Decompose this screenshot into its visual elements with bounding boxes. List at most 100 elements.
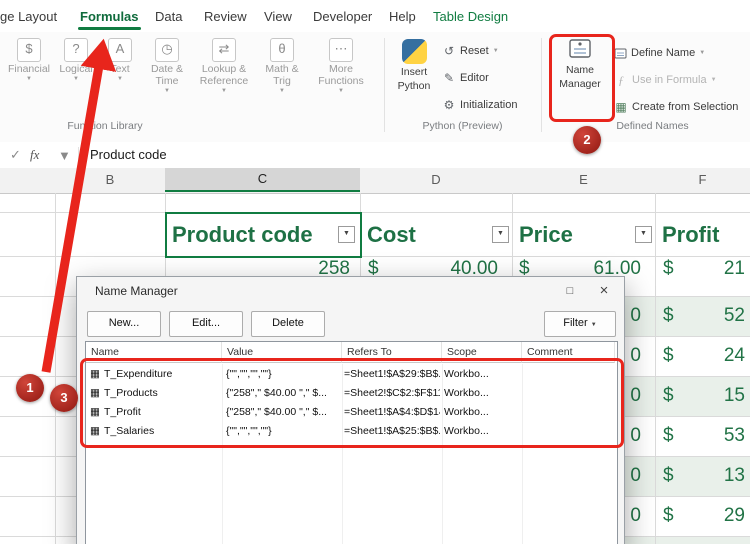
dialog-title: Name Manager [95,277,178,305]
dialog-title-bar[interactable]: Name Manager □ × [77,277,624,305]
filter-button[interactable]: ▼ [635,226,652,243]
formula-bar-value[interactable]: Product code [90,142,167,168]
currency-symbol: $ [663,425,674,447]
annotation-box-name-rows [80,358,624,448]
financial-button[interactable]: $ Financial ▼ [6,36,52,114]
gear-icon: ⚙ [442,99,456,111]
currency-symbol: $ [663,258,674,280]
math-trig-icon: θ [270,38,294,62]
cell-profit[interactable]: 53 [680,425,745,447]
chevron-down-icon: ▼ [117,76,123,83]
insert-function-icon[interactable]: fx [30,142,39,168]
enter-check-icon[interactable]: ✓ [10,142,21,168]
initialization-button[interactable]: ⚙ Initialization [442,96,517,114]
tab-page-layout[interactable]: ge Layout [0,5,57,29]
chevron-down-icon: ▼ [699,50,705,57]
column-header-b[interactable]: B [55,168,165,192]
formula-bar: ✓ fx ▼ Product code [0,142,750,169]
text-button[interactable]: A Text ▼ [100,36,140,114]
logical-button[interactable]: ? Logical ▼ [54,36,98,114]
filter-button[interactable]: ▼ [492,226,509,243]
chevron-down-icon: ▼ [338,88,344,95]
annotation-step-2: 2 [573,126,601,154]
financial-icon: $ [17,38,41,62]
gridline [55,193,56,544]
date-time-button[interactable]: ◷ Date & Time ▼ [142,36,192,114]
currency-symbol: $ [663,385,674,407]
cell-profit[interactable]: 15 [680,385,745,407]
filter-button[interactable]: ▼ [338,226,355,243]
chevron-down-icon: ▼ [711,77,717,84]
new-button[interactable]: New... [87,311,161,337]
define-name-button[interactable]: Define Name ▼ [614,44,705,62]
tab-table-design[interactable]: Table Design [433,5,508,29]
lookup-reference-button[interactable]: ⇄ Lookup & Reference ▼ [194,36,254,114]
header-cell-product-code[interactable]: Product code [172,222,313,248]
formula-icon: ƒ [614,74,628,86]
text-icon: A [108,38,132,62]
chevron-down-icon: ▼ [591,322,597,328]
currency-symbol: $ [663,305,674,327]
grid-icon: ▦ [614,101,628,113]
insert-python-button[interactable]: Insert Python [392,36,436,118]
annotation-box-name-manager [549,34,615,122]
create-from-selection-button[interactable]: ▦ Create from Selection [614,98,738,116]
chevron-down-icon: ▼ [26,76,32,83]
edit-button[interactable]: Edit... [169,311,243,337]
gridline [0,256,750,257]
close-button[interactable]: × [584,277,624,305]
clock-icon: ◷ [155,38,179,62]
column-header-d[interactable]: D [360,168,512,192]
tab-review[interactable]: Review [204,5,247,29]
python-logo-icon [402,39,427,64]
filter-dropdown-button[interactable]: Filter ▼ [544,311,616,337]
currency-symbol: $ [663,465,674,487]
group-separator [541,38,542,132]
chevron-down-icon: ▼ [164,88,170,95]
header-cell-profit[interactable]: Profit [662,222,719,248]
tab-view[interactable]: View [264,5,292,29]
annotation-step-3: 3 [50,384,78,412]
more-functions-button[interactable]: ⋯ More Functions ▼ [310,36,372,114]
cell-profit[interactable]: 21 [680,258,745,280]
column-header-c[interactable]: C [165,168,360,192]
tab-formulas[interactable]: Formulas [80,5,139,29]
cell-profit[interactable]: 24 [680,345,745,367]
use-in-formula-button[interactable]: ƒ Use in Formula ▼ [614,71,717,89]
reset-icon: ↺ [442,45,456,57]
cell-profit[interactable]: 52 [680,305,745,327]
delete-button[interactable]: Delete [251,311,325,337]
function-library-group-label: Function Library [20,120,190,134]
currency-symbol: $ [663,345,674,367]
cell-profit[interactable]: 13 [680,465,745,487]
logical-icon: ? [64,38,88,62]
currency-symbol: $ [663,505,674,527]
editor-button[interactable]: ✎ Editor [442,69,489,87]
lookup-icon: ⇄ [212,38,236,62]
python-group-label: Python (Preview) [390,120,535,134]
math-trig-button[interactable]: θ Math & Trig ▼ [256,36,308,114]
cell-profit[interactable]: 29 [680,505,745,527]
separator [78,147,79,163]
header-cell-price[interactable]: Price [519,222,573,248]
excel-window: ge Layout Formulas Data Review View Deve… [0,0,750,544]
tab-help[interactable]: Help [389,5,416,29]
header-cell-cost[interactable]: Cost [367,222,416,248]
gridline [0,212,750,213]
reset-button[interactable]: ↺ Reset ▼ [442,42,499,60]
ribbon: $ Financial ▼ ? Logical ▼ A Text ▼ ◷ Dat… [0,32,750,143]
group-separator [384,38,385,132]
column-header-strip: B C D E F [0,168,750,194]
tab-developer[interactable]: Developer [313,5,372,29]
tab-data[interactable]: Data [155,5,182,29]
annotation-step-1: 1 [16,374,44,402]
ribbon-tab-bar: ge Layout Formulas Data Review View Deve… [0,0,750,32]
more-functions-icon: ⋯ [329,38,353,62]
column-header-f[interactable]: F [655,168,750,192]
chevron-down-icon: ▼ [73,76,79,83]
chevron-down-icon: ▼ [221,88,227,95]
pencil-icon: ✎ [442,72,456,84]
column-header-e[interactable]: E [512,168,655,192]
gridline [655,193,656,544]
name-tag-icon [614,47,627,60]
